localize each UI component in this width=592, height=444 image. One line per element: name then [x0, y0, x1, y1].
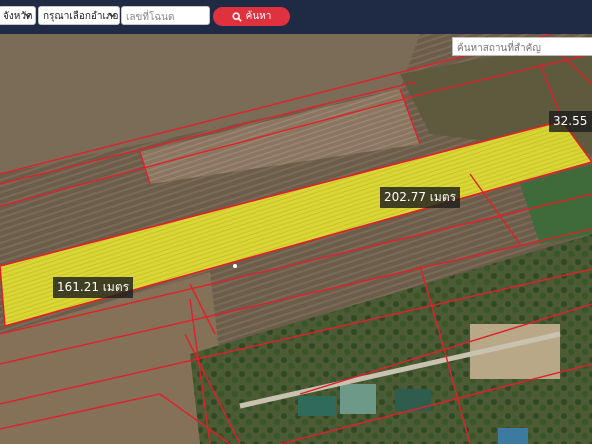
poi-search-placeholder: ค้นหาสถานที่สำคัญ: [457, 43, 541, 54]
parcel-center-marker: [233, 264, 237, 268]
satellite-map[interactable]: ค้นหาสถานที่สำคัญ 202.77 เมตร 161.21 เมต…: [0, 34, 592, 444]
deed-number-placeholder: เลขที่โฉนด: [126, 12, 175, 23]
top-toolbar: จังหวัด กรุณาเลือกอำเภอ เลขที่โฉนด ค้นหา: [0, 0, 592, 34]
pond-3: [395, 389, 431, 411]
search-icon: [232, 11, 242, 22]
search-button-label: ค้นหา: [245, 11, 272, 22]
poi-search-input[interactable]: ค้นหาสถานที่สำคัญ: [452, 37, 592, 56]
roof: [498, 428, 528, 444]
measurement-left-side: 161.21 เมตร: [53, 277, 134, 298]
province-select[interactable]: จังหวัด: [0, 6, 36, 25]
amphoe-select[interactable]: กรุณาเลือกอำเภอ: [38, 6, 120, 25]
deed-number-input[interactable]: เลขที่โฉนด: [121, 6, 210, 25]
map-canvas[interactable]: [0, 34, 592, 444]
measurement-short-side: 32.55 เมต: [549, 111, 592, 132]
chevron-down-icon: [108, 12, 116, 18]
search-button[interactable]: ค้นหา: [213, 7, 290, 26]
pond-1: [298, 396, 336, 416]
chevron-down-icon: [24, 12, 32, 18]
pond-2: [340, 384, 376, 414]
measurement-long-side: 202.77 เมตร: [380, 187, 461, 208]
